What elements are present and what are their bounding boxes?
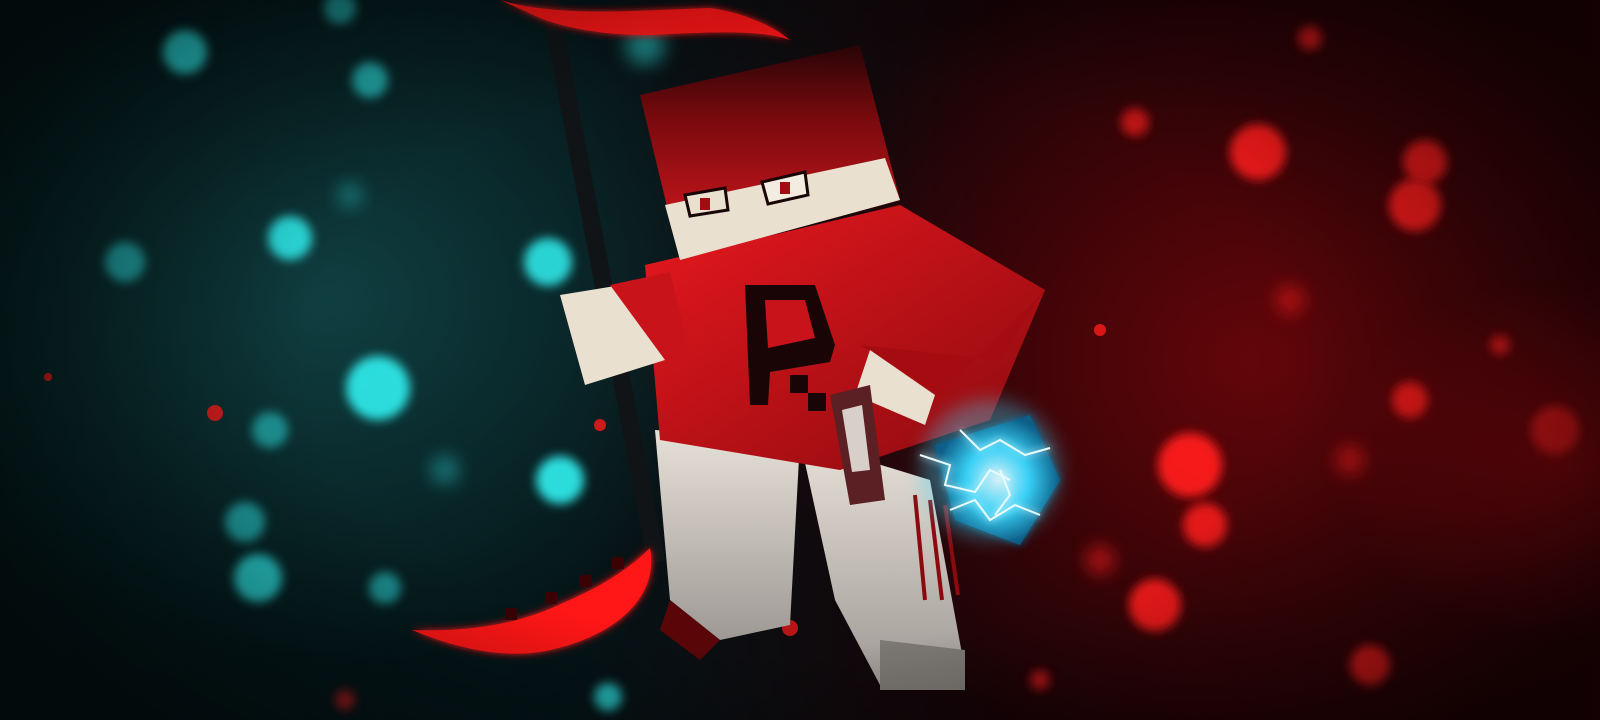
character-render xyxy=(44,0,1579,711)
lightning-orb-icon xyxy=(919,400,1060,545)
game-scene xyxy=(0,0,1600,720)
